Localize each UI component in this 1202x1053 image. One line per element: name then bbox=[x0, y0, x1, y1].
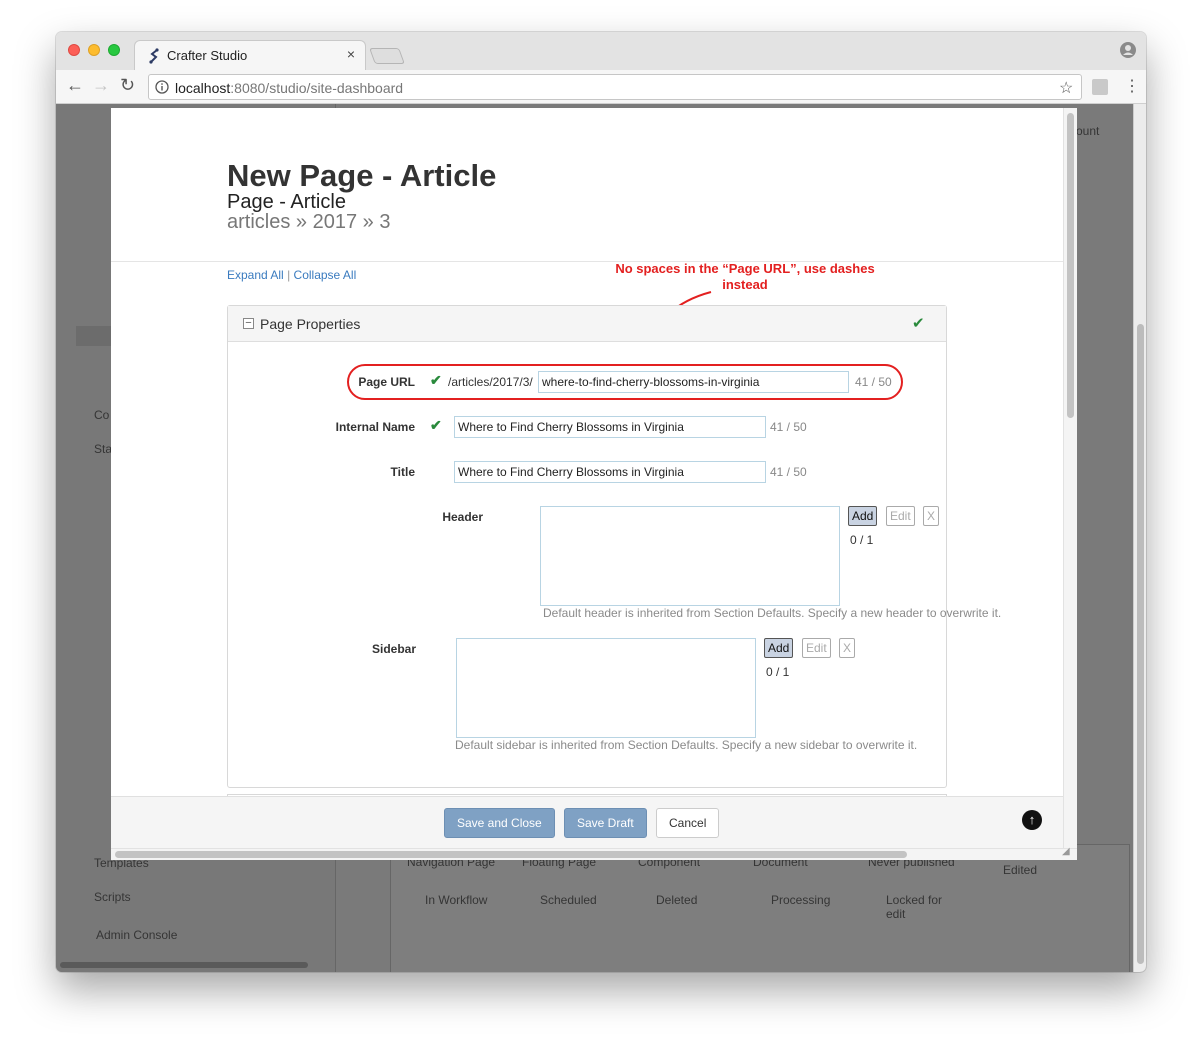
internal-name-input[interactable]: Where to Find Cherry Blossoms in Virgini… bbox=[454, 416, 766, 438]
collapse-toggle-icon[interactable]: − bbox=[243, 318, 254, 329]
header-remove-button[interactable]: X bbox=[923, 506, 940, 526]
zoom-window-button[interactable] bbox=[108, 44, 120, 56]
collapse-all-link[interactable]: Collapse All bbox=[294, 268, 357, 282]
annotation-note: No spaces in the “Page URL”, use dashes … bbox=[615, 261, 875, 292]
dialog-footer: Save and Close Save Draft Cancel ↑ bbox=[111, 796, 1063, 848]
info-icon[interactable] bbox=[155, 80, 169, 94]
legend-locked-for-edit: Locked for edit bbox=[886, 893, 943, 921]
page-url-prefix: /articles/2017/3/ bbox=[448, 375, 533, 389]
url-text: localhost:8080/studio/site-dashboard bbox=[175, 80, 403, 96]
extension-icon[interactable] bbox=[1092, 79, 1108, 95]
link-separator: | bbox=[287, 268, 291, 282]
page-scrollbar[interactable] bbox=[1133, 104, 1146, 972]
bookmark-star-icon[interactable]: ☆ bbox=[1059, 78, 1073, 98]
panel-valid-check-icon: ✔ bbox=[912, 315, 925, 332]
account-menu[interactable]: ount bbox=[1076, 124, 1099, 138]
sidebar-add-button[interactable]: Add bbox=[764, 638, 794, 658]
page-url-label: Page URL bbox=[358, 375, 415, 389]
tab-close-icon[interactable]: × bbox=[347, 46, 355, 62]
dialog-title: New Page - Article bbox=[227, 158, 497, 193]
browser-toolbar: ← → ↻ localhost:8080/studio/site-dashboa… bbox=[56, 70, 1146, 104]
reload-icon[interactable]: ↻ bbox=[120, 75, 135, 96]
legend-panel: Navigation Page Floating Page Component … bbox=[390, 844, 1130, 972]
header-label: Header bbox=[442, 510, 483, 524]
header-count: 0 / 1 bbox=[850, 533, 874, 547]
browser-tab[interactable]: Crafter Studio × bbox=[134, 40, 366, 70]
crafter-favicon-icon bbox=[149, 48, 159, 64]
legend-deleted: Deleted bbox=[656, 893, 698, 907]
back-arrow-icon[interactable]: ← bbox=[66, 75, 84, 96]
address-bar[interactable]: localhost:8080/studio/site-dashboard ☆ bbox=[148, 74, 1082, 100]
sidebar-hscroll[interactable] bbox=[60, 962, 308, 968]
header-divider bbox=[111, 261, 1063, 262]
cancel-button[interactable]: Cancel bbox=[656, 808, 720, 838]
sidebar-edit-button[interactable]: Edit bbox=[802, 638, 831, 658]
page-url-valid-check-icon: ✔ bbox=[430, 372, 442, 388]
title-input[interactable]: Where to Find Cherry Blossoms in Virgini… bbox=[454, 461, 766, 483]
internal-name-label: Internal Name bbox=[335, 420, 415, 434]
header-help-text: Default header is inherited from Section… bbox=[543, 606, 1002, 620]
legend-processing: Processing bbox=[771, 893, 831, 907]
scroll-to-top-icon[interactable]: ↑ bbox=[1022, 810, 1042, 830]
legend-edited: Edited bbox=[1003, 863, 1038, 877]
sidebar-item-co[interactable]: Co bbox=[94, 408, 109, 422]
header-selector-box[interactable] bbox=[540, 506, 840, 606]
page-url-count: 41 / 50 bbox=[855, 375, 892, 389]
save-draft-button[interactable]: Save Draft bbox=[564, 808, 647, 838]
panel-header[interactable]: − Page Properties ✔ bbox=[228, 306, 946, 342]
tab-title: Crafter Studio bbox=[167, 48, 248, 63]
title-label: Title bbox=[390, 465, 415, 479]
internal-name-count: 41 / 50 bbox=[770, 420, 807, 434]
dialog-path: articles » 2017 » 3 bbox=[227, 211, 391, 233]
sidebar-item-admin-console[interactable]: Admin Console bbox=[96, 928, 177, 942]
panel-title: Page Properties bbox=[260, 316, 361, 332]
sidebar-help-text: Default sidebar is inherited from Sectio… bbox=[455, 738, 918, 752]
sidebar-item-scripts[interactable]: Scripts bbox=[94, 890, 131, 904]
menu-kebab-icon[interactable]: ⋮ bbox=[1124, 76, 1140, 96]
new-page-dialog: New Page - Article Page - Article articl… bbox=[111, 108, 1077, 860]
page-scrollbar-thumb[interactable] bbox=[1137, 324, 1144, 964]
url-path: :8080/studio/site-dashboard bbox=[230, 80, 404, 96]
page-url-input[interactable]: where-to-find-cherry-blossoms-in-virgini… bbox=[538, 371, 849, 393]
title-count: 41 / 50 bbox=[770, 465, 807, 479]
expand-collapse-links: Expand All | Collapse All bbox=[227, 268, 356, 282]
profile-icon[interactable] bbox=[1120, 42, 1136, 58]
sidebar-label: Sidebar bbox=[371, 642, 416, 656]
url-host: localhost bbox=[175, 80, 231, 96]
resize-handle-icon[interactable]: ◢ bbox=[1062, 846, 1070, 857]
sidebar-selector-box[interactable] bbox=[456, 638, 756, 738]
legend-scheduled: Scheduled bbox=[540, 893, 597, 907]
new-tab-button[interactable] bbox=[369, 48, 405, 64]
title-bar: Crafter Studio × bbox=[56, 32, 1146, 70]
internal-name-valid-check-icon: ✔ bbox=[430, 417, 442, 433]
legend-in-workflow: In Workflow bbox=[425, 893, 488, 907]
expand-all-link[interactable]: Expand All bbox=[227, 268, 284, 282]
sidebar-remove-button[interactable]: X bbox=[839, 638, 856, 658]
dialog-hscroll-thumb[interactable] bbox=[115, 851, 907, 858]
save-and-close-button[interactable]: Save and Close bbox=[444, 808, 555, 838]
header-edit-button[interactable]: Edit bbox=[886, 506, 915, 526]
dialog-vertical-scrollbar[interactable] bbox=[1063, 108, 1077, 848]
sidebar-count: 0 / 1 bbox=[766, 665, 790, 679]
sidebar-item-sta[interactable]: Sta bbox=[94, 442, 112, 456]
close-window-button[interactable] bbox=[68, 44, 80, 56]
dialog-vscroll-thumb[interactable] bbox=[1067, 113, 1074, 418]
forward-arrow-icon[interactable]: → bbox=[92, 75, 110, 96]
minimize-window-button[interactable] bbox=[88, 44, 100, 56]
dialog-horizontal-scrollbar[interactable] bbox=[111, 848, 1077, 860]
header-add-button[interactable]: Add bbox=[848, 506, 878, 526]
